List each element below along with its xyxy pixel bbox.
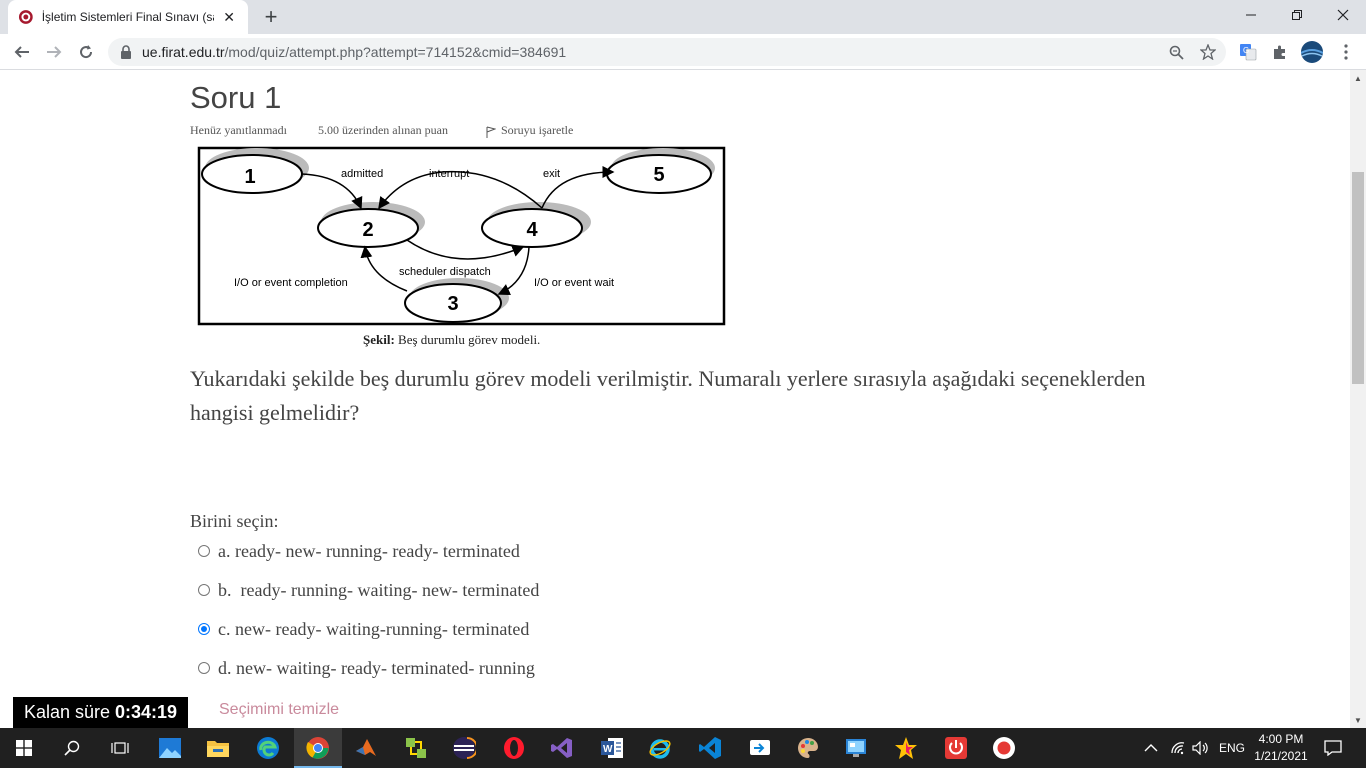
scrollbar-thumb[interactable] bbox=[1352, 172, 1364, 384]
edge-browser-icon[interactable] bbox=[244, 728, 292, 768]
label-admitted: admitted bbox=[341, 168, 383, 180]
chrome-browser-icon[interactable] bbox=[294, 728, 342, 768]
url-path: /mod/quiz/attempt.php?attempt=714152&cmi… bbox=[224, 44, 567, 60]
scroll-down-icon[interactable]: ▼ bbox=[1350, 712, 1366, 728]
clock-time: 4:00 PM bbox=[1258, 732, 1304, 746]
state-label-3: 3 bbox=[447, 293, 458, 315]
tab-strip: İşletim Sistemleri Final Sınavı (sayfa 1… bbox=[0, 0, 1366, 34]
state-label-5: 5 bbox=[653, 164, 664, 186]
flag-question-link[interactable]: Soruyu işaretle bbox=[501, 123, 573, 138]
url-text: ue.firat.edu.tr/mod/quiz/attempt.php?att… bbox=[142, 44, 566, 60]
answer-option-d[interactable]: d. new- waiting- ready- terminated- runn… bbox=[198, 656, 535, 680]
question-points: 5.00 üzerinden alınan puan bbox=[318, 123, 448, 137]
new-tab-button[interactable]: + bbox=[258, 4, 284, 30]
five-state-process-diagram: 1 2 3 4 5 admitted interrupt exit schedu… bbox=[197, 146, 726, 326]
system-clock[interactable]: 4:00 PM 1/21/2021 bbox=[1246, 731, 1316, 765]
option-label-b[interactable]: b. ready- running- waiting- new- termina… bbox=[218, 580, 539, 601]
label-interrupt: interrupt bbox=[429, 168, 469, 180]
power-app-icon[interactable] bbox=[932, 728, 980, 768]
reload-icon[interactable] bbox=[72, 38, 100, 66]
clear-choice-link[interactable]: Seçimimi temizle bbox=[219, 701, 339, 719]
connectivity-app-icon[interactable] bbox=[392, 728, 440, 768]
radio-option-a[interactable] bbox=[198, 545, 210, 557]
close-window-icon[interactable] bbox=[1320, 0, 1366, 30]
star-app-icon[interactable] bbox=[882, 728, 930, 768]
internet-explorer-icon[interactable] bbox=[636, 728, 684, 768]
file-explorer-icon[interactable] bbox=[194, 728, 242, 768]
remote-connect-icon[interactable] bbox=[736, 728, 784, 768]
label-exit: exit bbox=[543, 168, 560, 180]
question-text: Yukarıdaki şekilde beş durumlu görev mod… bbox=[190, 366, 1146, 425]
lock-icon bbox=[121, 45, 131, 59]
page-content: Soru 1 Henüz yanıtlanmadı 5.00 üzerinden… bbox=[0, 70, 1350, 728]
radio-option-d[interactable] bbox=[198, 662, 210, 674]
svg-text:W: W bbox=[603, 744, 613, 755]
clock-date: 1/21/2021 bbox=[1254, 749, 1308, 763]
opera-browser-icon[interactable] bbox=[490, 728, 538, 768]
radio-option-b[interactable] bbox=[198, 584, 210, 596]
network-icon[interactable] bbox=[1170, 728, 1186, 768]
svg-text:G: G bbox=[1243, 46, 1249, 55]
figure-caption: Şekil: Beş durumlu görev modeli. bbox=[363, 332, 540, 348]
word-icon[interactable]: W bbox=[588, 728, 636, 768]
flag-icon[interactable] bbox=[486, 126, 496, 138]
extensions-puzzle-icon[interactable] bbox=[1268, 40, 1292, 64]
control-panel-icon[interactable] bbox=[832, 728, 880, 768]
volume-icon[interactable] bbox=[1192, 728, 1210, 768]
input-language[interactable]: ENG bbox=[1219, 728, 1245, 768]
eclipse-ide-icon[interactable] bbox=[440, 728, 488, 768]
timer-value: 0:34:19 bbox=[115, 702, 178, 722]
search-icon[interactable] bbox=[48, 728, 96, 768]
question-title: Soru 1 bbox=[190, 80, 282, 115]
label-io-wait: I/O or event wait bbox=[534, 277, 614, 289]
back-icon[interactable] bbox=[8, 38, 36, 66]
option-label-a[interactable]: a. ready- new- running- ready- terminate… bbox=[218, 541, 520, 562]
address-bar[interactable]: ue.firat.edu.tr/mod/quiz/attempt.php?att… bbox=[108, 38, 1226, 66]
question-status: Henüz yanıtlanmadı bbox=[190, 123, 287, 137]
radio-option-c[interactable] bbox=[198, 623, 210, 635]
quiz-timer: Kalan süre 0:34:19 bbox=[13, 697, 188, 728]
label-io-completion: I/O or event completion bbox=[234, 277, 348, 289]
notifications-icon[interactable] bbox=[1324, 728, 1342, 768]
profile-avatar[interactable] bbox=[1300, 40, 1324, 64]
vscode-icon[interactable] bbox=[686, 728, 734, 768]
answer-option-a[interactable]: a. ready- new- running- ready- terminate… bbox=[198, 539, 520, 563]
task-view-icon[interactable] bbox=[96, 728, 144, 768]
option-label-d[interactable]: d. new- waiting- ready- terminated- runn… bbox=[218, 658, 535, 679]
state-label-1: 1 bbox=[244, 166, 255, 188]
site-favicon-icon bbox=[18, 10, 33, 24]
answer-option-c[interactable]: c. new- ready- waiting-running- terminat… bbox=[198, 617, 529, 641]
visual-studio-icon[interactable] bbox=[538, 728, 586, 768]
screen-recorder-icon[interactable] bbox=[980, 728, 1028, 768]
scroll-up-icon[interactable]: ▲ bbox=[1350, 70, 1366, 86]
timer-label: Kalan süre bbox=[23, 702, 110, 722]
page-scrollbar[interactable]: ▲ ▼ bbox=[1350, 70, 1366, 728]
chrome-menu-icon[interactable] bbox=[1334, 40, 1358, 64]
figure-caption-text: Beş durumlu görev modeli. bbox=[394, 332, 541, 347]
state-label-2: 2 bbox=[362, 219, 373, 241]
url-host: ue.firat.edu.tr bbox=[142, 44, 225, 60]
tab-close-icon[interactable]: ✕ bbox=[220, 9, 238, 26]
browser-toolbar: ue.firat.edu.tr/mod/quiz/attempt.php?att… bbox=[0, 34, 1366, 70]
bookmark-star-icon[interactable] bbox=[1198, 42, 1218, 62]
google-translate-icon[interactable]: G bbox=[1236, 40, 1260, 64]
label-scheduler-dispatch: scheduler dispatch bbox=[399, 266, 491, 278]
option-label-c[interactable]: c. new- ready- waiting-running- terminat… bbox=[218, 619, 529, 640]
zoom-icon[interactable] bbox=[1166, 42, 1186, 62]
paint-palette-icon[interactable] bbox=[784, 728, 832, 768]
minimize-icon[interactable] bbox=[1228, 0, 1274, 30]
browser-tab[interactable]: İşletim Sistemleri Final Sınavı (sayfa 1… bbox=[8, 0, 248, 34]
state-label-4: 4 bbox=[526, 219, 538, 241]
figure-caption-bold: Şekil: bbox=[363, 332, 395, 347]
windows-start-icon[interactable] bbox=[0, 728, 48, 768]
answer-option-b[interactable]: b. ready- running- waiting- new- termina… bbox=[198, 578, 539, 602]
windows-taskbar: W ENG 4:00 PM 1/21/2021 bbox=[0, 728, 1366, 768]
forward-icon[interactable] bbox=[40, 38, 68, 66]
tab-title: İşletim Sistemleri Final Sınavı (sayfa 1… bbox=[41, 10, 215, 24]
photos-app-icon[interactable] bbox=[146, 728, 194, 768]
choose-label: Birini seçin: bbox=[190, 511, 279, 531]
restore-icon[interactable] bbox=[1274, 0, 1320, 30]
matlab-icon[interactable] bbox=[342, 728, 390, 768]
show-hidden-icons-icon[interactable] bbox=[1144, 728, 1158, 768]
